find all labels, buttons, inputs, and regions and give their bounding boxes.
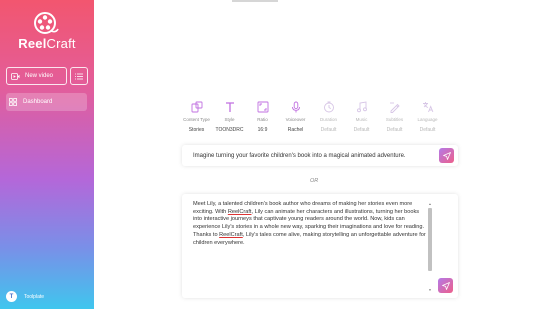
reelcraft-mention: ReelCraft	[227, 208, 252, 215]
list-menu-icon	[75, 73, 83, 79]
option-label: Duration	[319, 117, 337, 122]
ratio-icon	[256, 100, 269, 113]
option-label: Music	[355, 117, 368, 122]
option-value: Default	[320, 127, 337, 133]
story-textarea[interactable]: Meet Lily, a talented children's book au…	[182, 194, 458, 298]
new-video-label: New video	[25, 73, 54, 79]
style-text-icon	[223, 100, 236, 113]
menu-button[interactable]	[70, 67, 88, 85]
send-story-button[interactable]	[438, 278, 453, 293]
send-icon	[442, 151, 451, 160]
video-options-bar: Content Type Stories Style TOON3DRC Rati…	[180, 100, 444, 133]
option-language[interactable]: Language Default	[411, 100, 444, 133]
option-style[interactable]: Style TOON3DRC	[213, 100, 246, 133]
subtitles-icon	[388, 100, 401, 113]
option-subtitles[interactable]: Subtitles Default	[378, 100, 411, 133]
duration-icon	[322, 100, 335, 113]
option-value: Default	[419, 127, 436, 133]
music-icon	[355, 100, 368, 113]
option-voiceover[interactable]: Voiceover Rachel	[279, 100, 312, 133]
sidebar-item-label: Dashboard	[23, 99, 53, 105]
option-label: Content Type	[183, 117, 210, 122]
new-video-button[interactable]: New video	[6, 67, 67, 85]
prompt-text[interactable]: Imagine turning your favorite children's…	[193, 153, 406, 159]
reelcraft-mention: ReelCraft	[219, 231, 243, 238]
avatar: T	[6, 291, 17, 302]
or-separator: OR	[310, 178, 319, 184]
video-camera-icon	[11, 72, 20, 80]
dashboard-grid-icon	[9, 98, 17, 106]
option-label: Language	[417, 117, 438, 122]
film-reel-logo-icon	[34, 12, 59, 34]
option-value: Rachel	[287, 127, 304, 133]
sidebar-item-dashboard[interactable]: Dashboard	[6, 93, 87, 111]
option-label: Ratio	[257, 117, 268, 122]
option-label: Voiceover	[285, 117, 306, 122]
option-value: Default	[353, 127, 370, 133]
user-name: Toolplate	[24, 293, 45, 300]
send-icon	[441, 281, 450, 290]
option-ratio[interactable]: Ratio 16:9	[246, 100, 279, 133]
content-type-icon	[190, 100, 203, 113]
prompt-input[interactable]: Imagine turning your favorite children's…	[182, 145, 458, 166]
scrollbar[interactable]: ▲ ▼	[428, 202, 432, 292]
scroll-up-arrow-icon[interactable]: ▲	[428, 202, 432, 206]
top-divider	[232, 0, 278, 2]
option-value: Default	[386, 127, 403, 133]
story-text[interactable]: Meet Lily, a talented children's book au…	[193, 201, 429, 247]
scroll-down-arrow-icon[interactable]: ▼	[428, 288, 432, 292]
language-icon	[421, 100, 434, 113]
option-content-type[interactable]: Content Type Stories	[180, 100, 213, 133]
brand-name: ReelCraft	[18, 36, 76, 51]
user-profile[interactable]: T Toolplate	[6, 291, 44, 302]
option-label: Subtitles	[385, 117, 404, 122]
option-label: Style	[224, 117, 235, 122]
option-value: TOON3DRC	[215, 127, 244, 133]
option-duration[interactable]: Duration Default	[312, 100, 345, 133]
option-value: Stories	[188, 127, 205, 133]
scroll-thumb[interactable]	[428, 208, 432, 271]
microphone-icon	[289, 100, 302, 113]
send-prompt-button[interactable]	[439, 148, 454, 163]
option-value: 16:9	[257, 127, 268, 133]
option-music[interactable]: Music Default	[345, 100, 378, 133]
sidebar: ReelCraft New video Dashboard T Toolplat…	[0, 0, 94, 309]
